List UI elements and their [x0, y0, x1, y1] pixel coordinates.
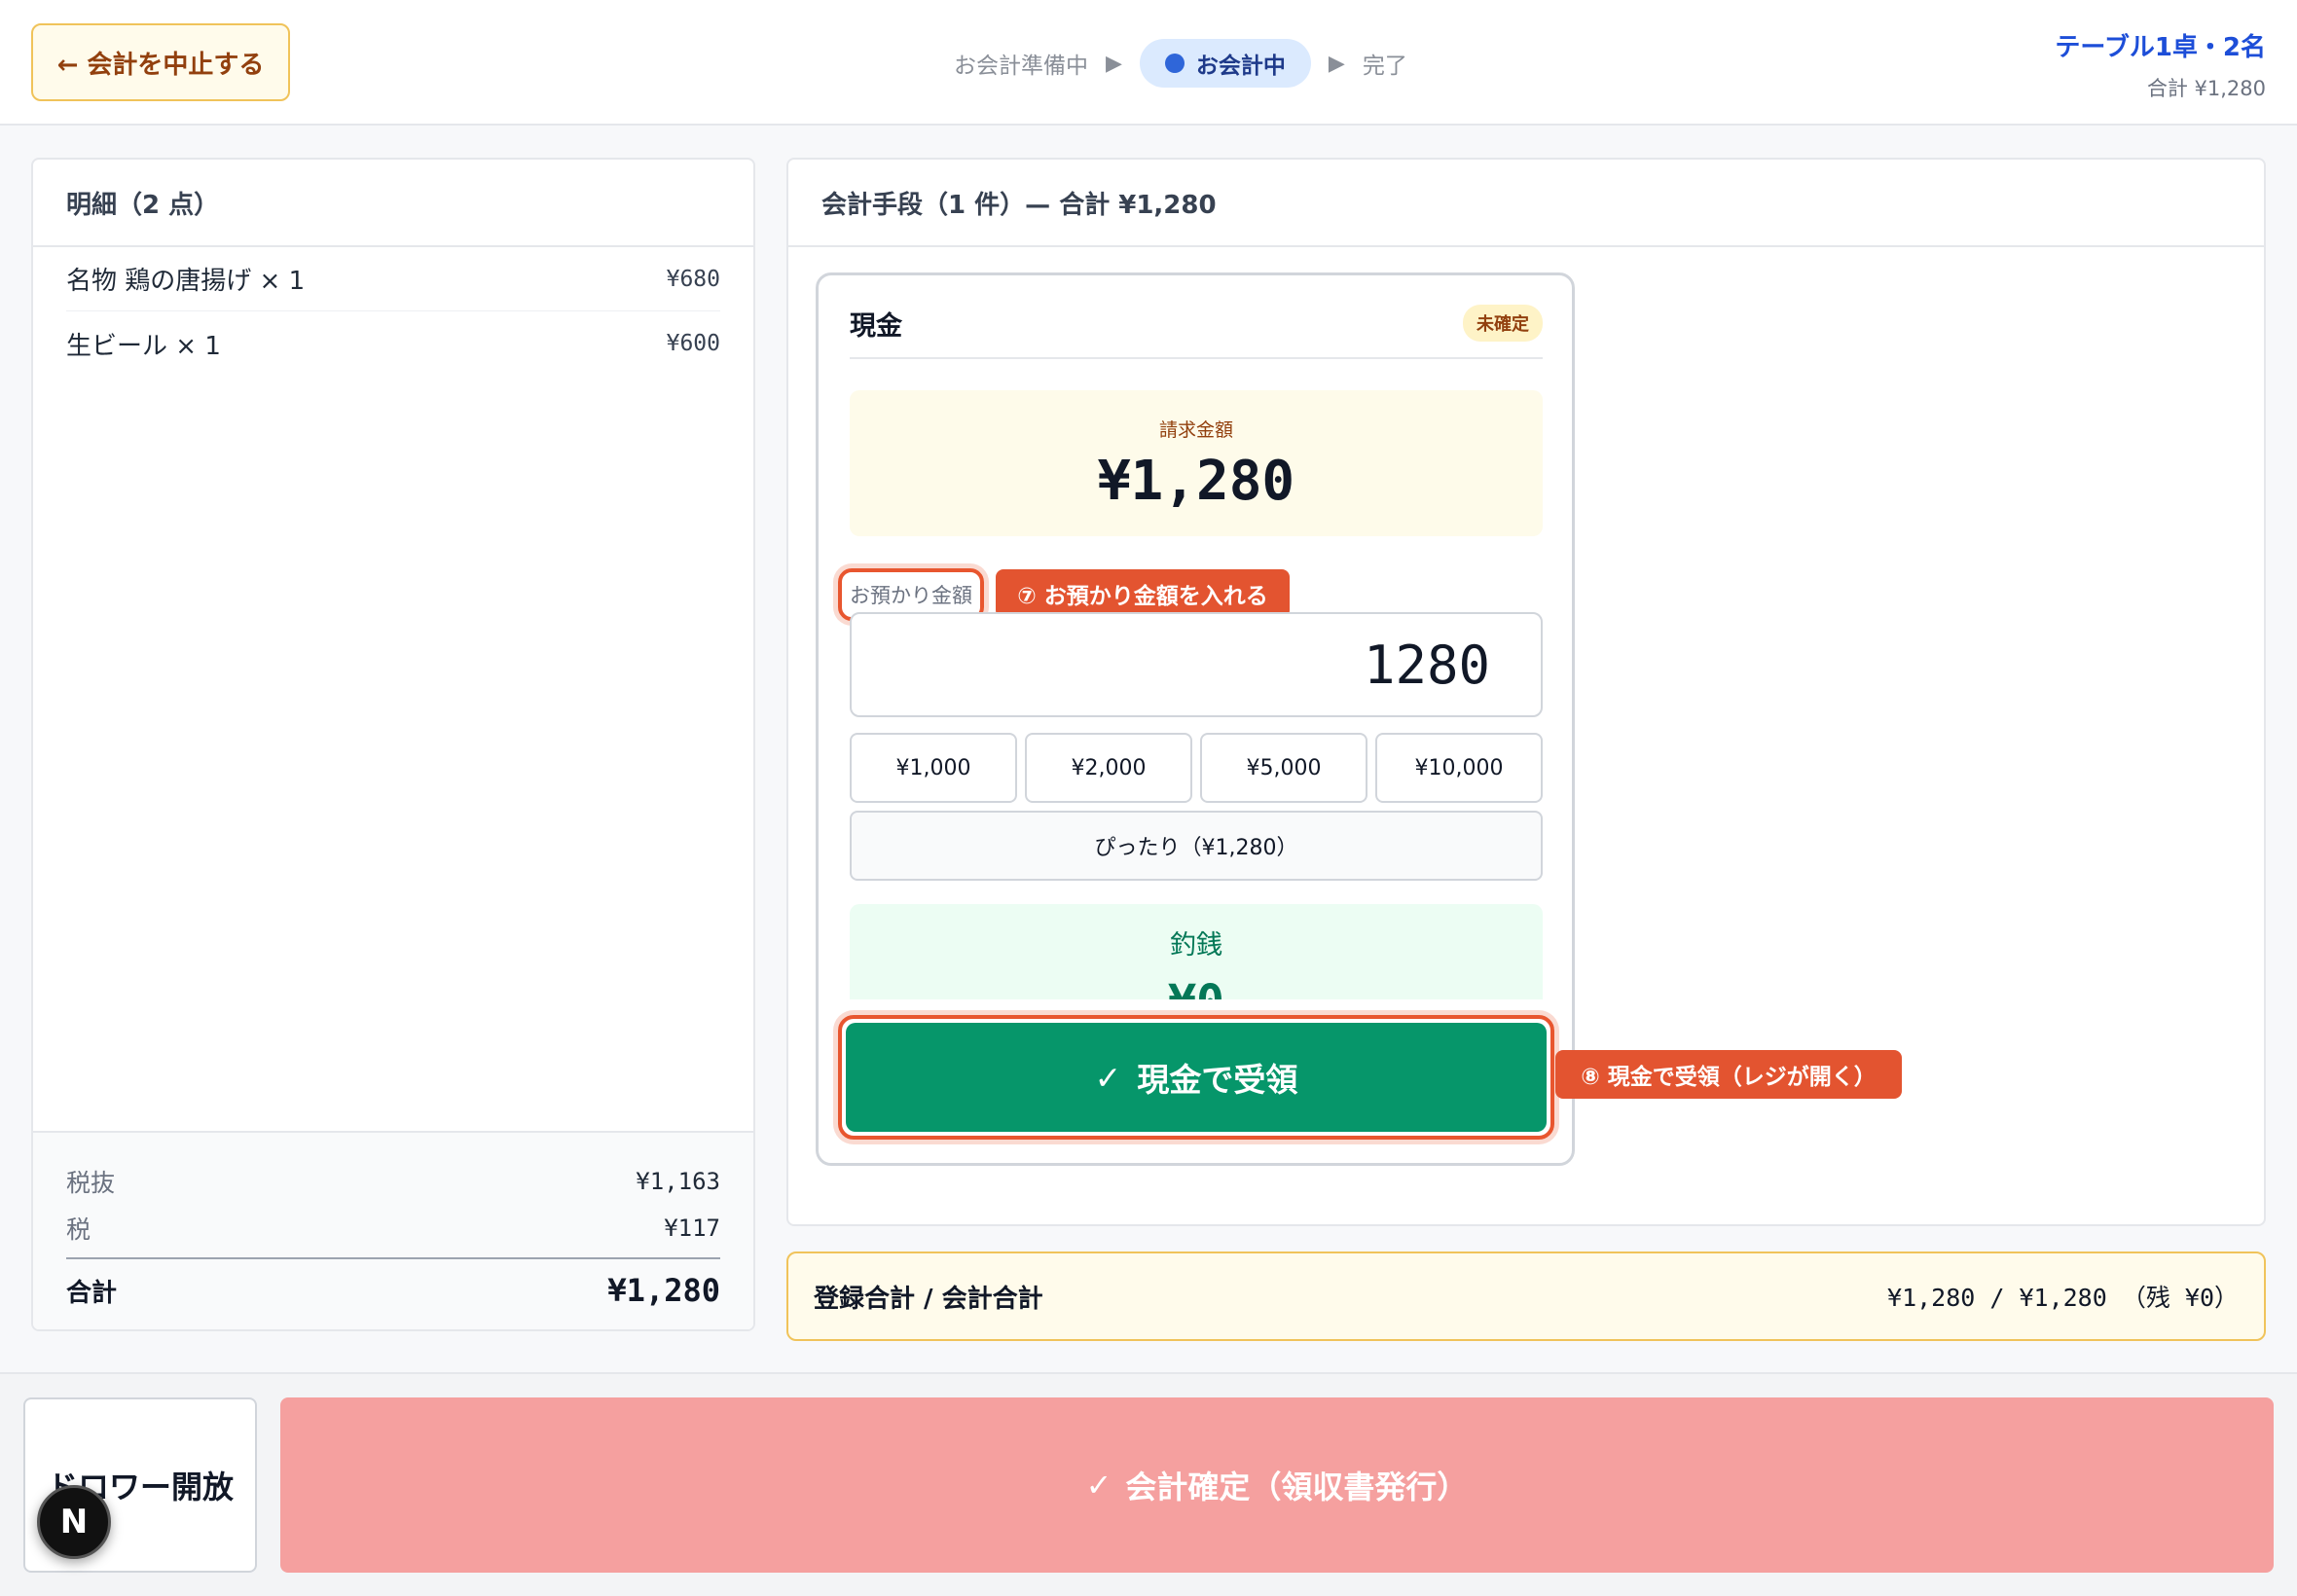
grand-total-row: 合計 ¥1,280: [66, 1257, 720, 1322]
line-item: 名物 鶏の唐揚げ × 1 ¥680: [66, 247, 720, 311]
top-bar: ← 会計を中止する お会計準備中 ▶ お会計中 ▶ 完了 テーブル1卓・2名 合…: [0, 0, 2297, 126]
billed-amount-box: 請求金額 ¥1,280: [850, 390, 1543, 536]
subtotal-row: 税抜 ¥1,163: [66, 1158, 720, 1205]
bottom-action-bar: ドロワー開放 ✓ 会計確定（領収書発行）: [0, 1372, 2297, 1596]
check-icon: ✓: [1085, 1467, 1112, 1504]
tendered-amount-input[interactable]: [850, 612, 1543, 717]
confirm-checkout-label: 会計確定（領収書発行）: [1125, 1469, 1469, 1505]
line-item: 生ビール × 1 ¥600: [66, 311, 720, 376]
cancel-checkout-button[interactable]: ← 会計を中止する: [31, 23, 290, 101]
subtotal-value: ¥1,163: [636, 1168, 720, 1195]
quick-amount-5000-button[interactable]: ¥5,000: [1200, 733, 1367, 803]
tax-row: 税 ¥117: [66, 1205, 720, 1251]
active-step-dot-icon: [1164, 54, 1185, 73]
receipt-title: 明細（2 点）: [33, 160, 753, 247]
change-amount: ¥0: [850, 975, 1543, 999]
quick-amount-buttons: ¥1,000 ¥2,000 ¥5,000 ¥10,000: [850, 733, 1543, 803]
table-title: テーブル1卓・2名: [2055, 33, 2266, 62]
tax-label: 税: [66, 1215, 91, 1244]
billed-amount: ¥1,280: [1097, 450, 1295, 513]
step-in-progress-label: お会計中: [1195, 54, 1286, 79]
line-item-name: 名物 鶏の唐揚げ × 1: [66, 267, 306, 296]
summary-value: ¥1,280 / ¥1,280 （残 ¥0）: [1887, 1284, 2239, 1312]
payment-methods-panel: 会計手段（1 件）— 合計 ¥1,280 現金 未確定 請求金額 ¥1,280 …: [786, 158, 2266, 1226]
receipt-panel: 明細（2 点） 名物 鶏の唐揚げ × 1 ¥680 生ビール × 1 ¥600 …: [31, 158, 755, 1331]
quick-amount-2000-button[interactable]: ¥2,000: [1025, 733, 1192, 803]
cash-payment-card: 現金 未確定 請求金額 ¥1,280 お預かり金額 ⑦ お預かり金額を入れる ¥…: [816, 272, 1575, 1166]
progress-stepper: お会計準備中 ▶ お会計中 ▶ 完了: [954, 39, 1407, 88]
grand-total-label: 合計: [66, 1278, 118, 1308]
receipt-totals: 税抜 ¥1,163 税 ¥117 合計 ¥1,280: [33, 1131, 753, 1329]
table-total: 合計 ¥1,280: [2146, 77, 2266, 100]
registration-summary-bar: 登録合計 / 会計合計 ¥1,280 / ¥1,280 （残 ¥0）: [786, 1251, 2266, 1341]
payment-methods-title: 会計手段（1 件）— 合計 ¥1,280: [788, 160, 2264, 247]
line-item-name: 生ビール × 1: [66, 331, 221, 361]
exact-amount-button[interactable]: ぴったり（¥1,280）: [850, 811, 1543, 881]
annotation-step-7: ⑦ お預かり金額を入れる: [996, 569, 1290, 618]
tax-value: ¥117: [664, 1215, 720, 1242]
step-in-progress: お会計中: [1139, 39, 1311, 88]
check-icon: ✓: [1094, 1058, 1122, 1097]
line-item-list: 名物 鶏の唐揚げ × 1 ¥680 生ビール × 1 ¥600: [33, 247, 753, 376]
grand-total-value: ¥1,280: [607, 1272, 720, 1309]
step-preparing: お会計準備中: [954, 54, 1088, 79]
cash-title: 現金: [850, 311, 902, 342]
quick-amount-10000-button[interactable]: ¥10,000: [1375, 733, 1543, 803]
step-arrow-icon: ▶: [1106, 51, 1122, 76]
summary-label: 登録合計 / 会計合計: [814, 1284, 1043, 1314]
status-badge: 未確定: [1463, 305, 1543, 342]
subtotal-label: 税抜: [66, 1169, 116, 1197]
line-item-price: ¥600: [666, 331, 720, 356]
change-label: 釣銭: [1170, 930, 1222, 961]
table-info: テーブル1卓・2名 合計 ¥1,280: [2055, 27, 2266, 102]
confirm-checkout-button[interactable]: ✓ 会計確定（領収書発行）: [280, 1397, 2274, 1573]
receive-cash-label: 現金で受領: [1137, 1061, 1298, 1099]
change-box: 釣銭 ¥0: [850, 904, 1543, 999]
receive-cash-button[interactable]: ✓ 現金で受領: [846, 1023, 1547, 1132]
cash-card-header: 現金 未確定: [850, 305, 1543, 359]
step-arrow-icon: ▶: [1328, 51, 1345, 76]
billed-label: 請求金額: [1158, 419, 1233, 441]
dev-badge-icon[interactable]: N: [37, 1485, 111, 1559]
quick-amount-1000-button[interactable]: ¥1,000: [850, 733, 1017, 803]
line-item-price: ¥680: [666, 266, 720, 292]
annotation-step-8: ⑧ 現金で受領（レジが開く）: [1555, 1050, 1902, 1099]
step-complete: 完了: [1362, 54, 1407, 79]
receive-cash-highlight: ✓ 現金で受領: [838, 1015, 1554, 1140]
